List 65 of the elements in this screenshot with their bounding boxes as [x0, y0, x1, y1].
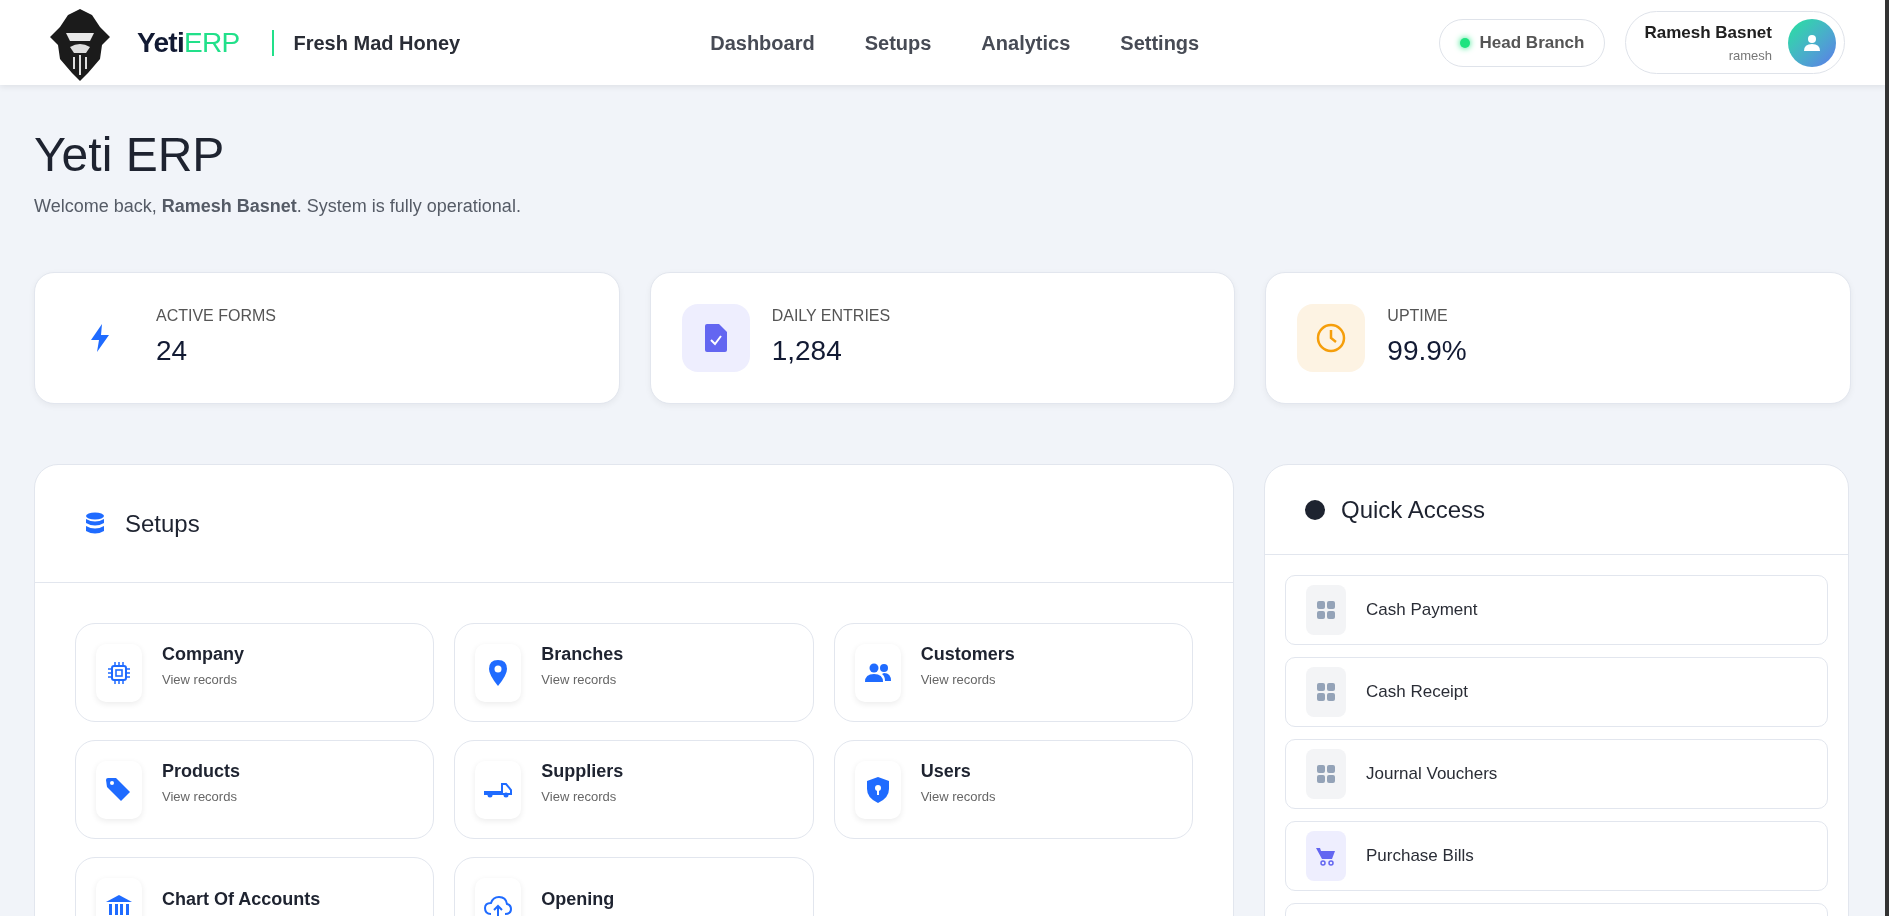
- stat-value: 24: [156, 334, 189, 368]
- setup-subtitle: View records: [541, 788, 618, 807]
- setup-card[interactable]: Chart Of Accounts: [75, 857, 435, 916]
- grid-icon: [1317, 601, 1335, 619]
- setup-subtitle: View records: [162, 788, 238, 807]
- setup-title: Company: [162, 643, 244, 667]
- quick-access-item[interactable]: Purchase Bills: [1285, 821, 1828, 891]
- map-pin-icon: [489, 659, 508, 686]
- branch-selector[interactable]: Head Branch: [1438, 18, 1606, 67]
- user-name: Ramesh Basnet: [1644, 22, 1772, 44]
- setup-card[interactable]: Suppliers View records: [454, 740, 814, 839]
- setup-title: Customers: [920, 643, 1015, 667]
- nav-link[interactable]: Analytics: [981, 27, 1071, 58]
- setup-title: Suppliers: [541, 760, 624, 784]
- user-username: ramesh: [1728, 46, 1772, 65]
- avatar-icon: [1788, 18, 1836, 67]
- setup-title: Chart Of Accounts: [162, 888, 321, 911]
- setup-subtitle: View records: [541, 671, 618, 690]
- database-icon: [85, 511, 105, 536]
- setup-subtitle: View records: [920, 671, 997, 690]
- setup-subtitle: View records: [162, 671, 238, 690]
- welcome-message: Welcome back, Ramesh Basnet. System is fully operational.: [34, 195, 522, 218]
- user-menu[interactable]: Ramesh Basnet ramesh: [1625, 11, 1845, 74]
- setup-title: Branches: [541, 643, 624, 667]
- setup-subtitle: View records: [920, 788, 996, 807]
- document-check-icon: [704, 324, 727, 352]
- truck-icon: [484, 781, 513, 798]
- cart-icon: [1316, 846, 1336, 866]
- panel-title: Setups: [125, 508, 200, 539]
- bank-icon: [106, 894, 132, 916]
- stat-label: UPTIME: [1387, 306, 1449, 326]
- stat-label: ACTIVE FORMS: [156, 306, 276, 326]
- setup-card[interactable]: Products View records: [75, 740, 435, 839]
- brand-name: Yeti: [137, 26, 184, 58]
- setup-title: Products: [162, 760, 240, 784]
- brand-accent: ERP: [184, 26, 240, 58]
- lightning-icon: [88, 323, 112, 353]
- setup-card[interactable]: Branches View records: [454, 623, 814, 722]
- setup-card[interactable]: Company View records: [75, 623, 435, 722]
- chip-icon: [108, 661, 130, 684]
- nav-link[interactable]: Dashboard: [710, 27, 815, 58]
- setup-card[interactable]: Users View records: [833, 740, 1193, 839]
- nav-link[interactable]: Setups: [864, 27, 932, 58]
- quick-access-item[interactable]: Cash Receipt: [1285, 657, 1828, 727]
- stat-value: 1,284: [771, 334, 843, 368]
- tag-icon: [106, 777, 132, 802]
- nav-link[interactable]: Settings: [1120, 27, 1200, 58]
- stat-value: 99.9%: [1387, 334, 1467, 368]
- quick-access-item[interactable]: Journal Vouchers: [1285, 739, 1828, 809]
- cloud-upload-icon: [484, 895, 513, 916]
- company-name: Fresh Mad Honey: [293, 30, 461, 56]
- grid-icon: [1317, 683, 1335, 701]
- grid-icon: [1317, 765, 1335, 783]
- setup-card[interactable]: Opening: [454, 857, 814, 916]
- setup-card[interactable]: Customers View records: [833, 623, 1193, 722]
- stat-label: DAILY ENTRIES: [771, 306, 891, 326]
- shield-lock-icon: [866, 776, 889, 803]
- people-icon: [864, 662, 891, 683]
- setup-title: Opening: [541, 888, 615, 911]
- bullet-icon: [1305, 499, 1325, 520]
- page-title: Yeti ERP: [34, 127, 226, 183]
- setup-title: Users: [920, 760, 972, 784]
- panel-title: Quick Access: [1341, 494, 1486, 525]
- clock-icon: [1315, 322, 1348, 354]
- quick-access-item[interactable]: Cash Payment: [1285, 575, 1828, 645]
